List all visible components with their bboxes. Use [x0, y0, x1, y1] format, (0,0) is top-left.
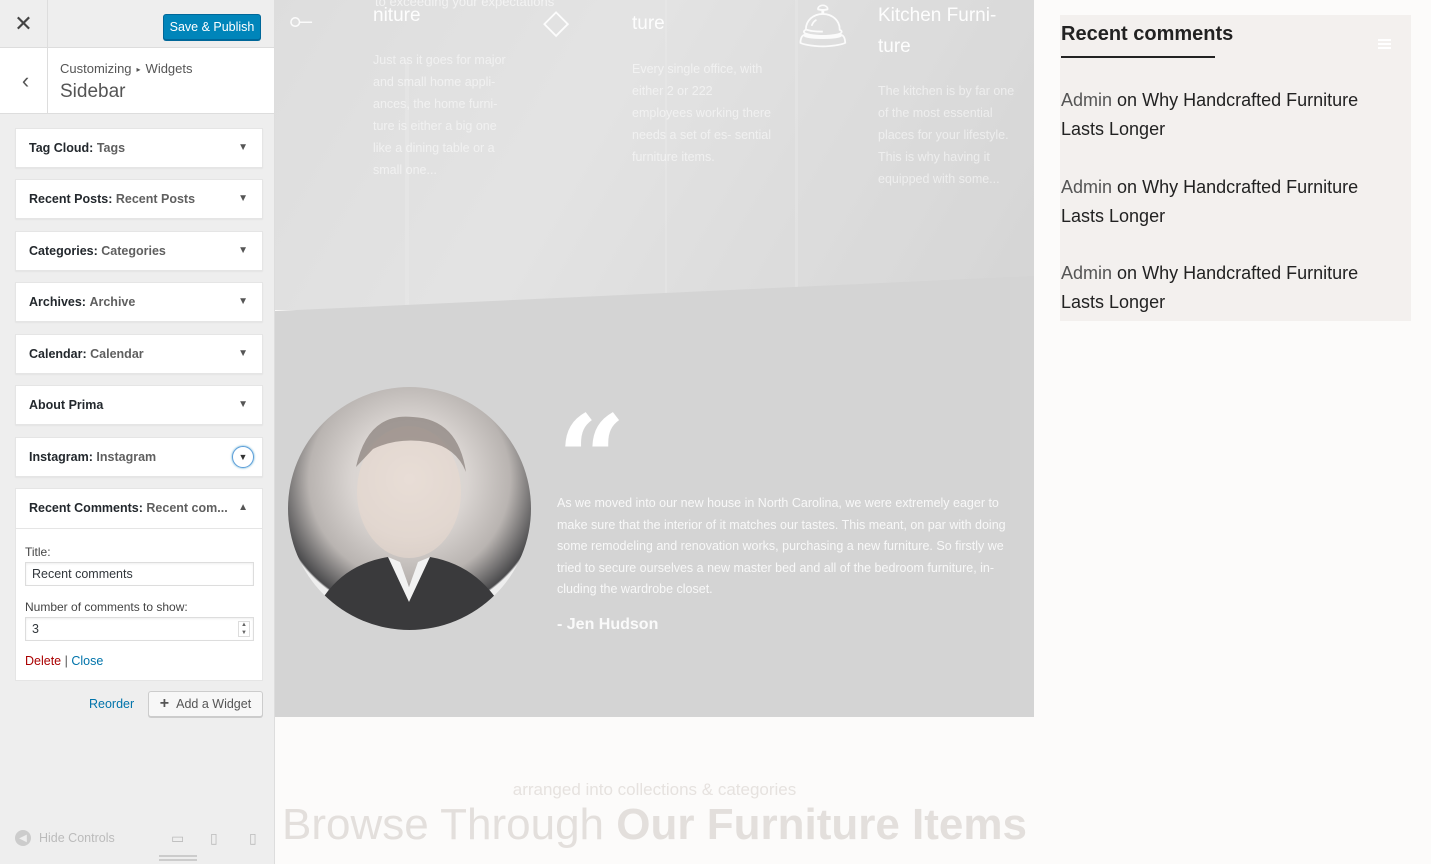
stepper-down-icon[interactable]: ▼ — [241, 630, 247, 636]
breadcrumb-root: Customizing — [60, 61, 132, 76]
actions-divider: | — [64, 654, 68, 668]
number-field: ▲ ▼ — [25, 617, 254, 641]
widget-title: About Prima — [29, 398, 104, 412]
collapse-arrow-icon[interactable]: ▲ — [238, 502, 248, 513]
active-device-indicator — [159, 855, 197, 861]
widget-title: Instagram: Instagram — [29, 450, 157, 464]
feature-text: The kitchen is by far one of the most es… — [878, 84, 1015, 186]
widget-tag-cloud[interactable]: Tag Cloud: Tags ▼ — [15, 128, 263, 168]
mobile-preview-icon[interactable]: ▯ — [249, 830, 257, 847]
customizer-controls: ✕ Save & Publish ‹ Customizing ▸ Widgets S… — [0, 0, 275, 864]
person-portrait — [308, 416, 513, 630]
comment-author-link[interactable]: Admin — [1061, 263, 1112, 283]
browse-subtitle: arranged into collections & categories — [512, 780, 797, 799]
expand-arrow-icon[interactable]: ▼ — [232, 446, 254, 468]
widget-recent-posts[interactable]: Recent Posts: Recent Posts ▼ — [15, 179, 263, 219]
lamp-icon: ◇ — [543, 3, 570, 41]
add-widget-label: Add a Widget — [176, 697, 252, 711]
comment-author-link[interactable]: Admin — [1061, 90, 1112, 110]
feature-title: niture — [373, 5, 421, 26]
breadcrumb: Customizing ▸ Widgets — [60, 61, 193, 76]
widget-instagram[interactable]: Instagram: Instagram ▼ — [15, 437, 263, 477]
widget-about-prima[interactable]: About Prima ▼ — [15, 385, 263, 425]
number-label: Number of comments to show: — [25, 600, 188, 614]
save-publish-button[interactable]: Save & Publish — [163, 14, 261, 40]
desktop-preview-icon[interactable]: ▭ — [171, 830, 184, 847]
collapse-icon: ◀ — [15, 830, 31, 846]
widget-title: Recent Posts: Recent Posts — [29, 192, 196, 206]
add-widget-button[interactable]: + Add a Widget — [148, 691, 263, 717]
feature-title: ture — [632, 13, 665, 34]
service-bell-icon: 🛎 — [795, 2, 851, 51]
browse-title: Browse Through Our Furniture Items — [282, 800, 1027, 849]
widget-recent-comments: Recent Comments: Recent com... ▲ Title: … — [15, 488, 263, 681]
widget-title: Calendar: Calendar — [29, 347, 144, 361]
widget-form: Title: Number of comments to show: ▲ ▼ — [25, 545, 255, 641]
reorder-link[interactable]: Reorder — [89, 697, 134, 711]
customizer-footer: ◀ Hide Controls ▭ ▯ ▯ — [0, 818, 274, 864]
customizer-header: ✕ Save & Publish — [0, 0, 274, 48]
close-icon: ✕ — [14, 11, 33, 36]
comment-on-text: on — [1117, 263, 1138, 283]
testimonial-author: - Jen Hudson — [557, 616, 659, 633]
testimonial-avatar — [288, 387, 531, 630]
expand-arrow-icon[interactable]: ▼ — [238, 142, 248, 153]
comment-on-text: on — [1117, 90, 1138, 110]
close-link[interactable]: Close — [71, 654, 103, 668]
recent-comments-widget-preview: Recent comments Admin on Why Handcrafted… — [1060, 15, 1411, 321]
widget-actions: Delete | Close — [25, 654, 103, 668]
feature-text: Just as it goes for major and small home… — [373, 53, 506, 177]
expand-arrow-icon[interactable]: ▼ — [238, 399, 248, 410]
section-title: Sidebar — [60, 81, 126, 102]
widget-categories[interactable]: Categories: Categories ▼ — [15, 231, 263, 271]
comment-author-link[interactable]: Admin — [1061, 177, 1112, 197]
recent-comments-title: Recent comments — [1061, 23, 1234, 45]
title-input[interactable] — [25, 562, 254, 586]
widget-calendar[interactable]: Calendar: Calendar ▼ — [15, 334, 263, 374]
number-input[interactable] — [25, 617, 254, 641]
comment-item: Admin on Why Handcrafted Furniture Lasts… — [1061, 173, 1406, 231]
testimonial-quote: As we moved into our new house in North … — [557, 496, 1006, 596]
feature-title: Kitchen Furni- ture — [878, 5, 997, 57]
section-title-bar: ‹ Customizing ▸ Widgets Sidebar — [0, 48, 274, 114]
comment-on-text: on — [1117, 177, 1138, 197]
expand-arrow-icon[interactable]: ▼ — [238, 348, 248, 359]
comment-item: Admin on Why Handcrafted Furniture Lasts… — [1061, 86, 1406, 144]
features-hero: to exceeding your expectations ⟜ niture … — [275, 0, 1034, 310]
title-label: Title: — [25, 545, 51, 559]
widget-title: Recent Comments: Recent com... — [29, 501, 228, 515]
expand-arrow-icon[interactable]: ▼ — [238, 193, 248, 204]
breadcrumb-separator-icon: ▸ — [136, 65, 141, 74]
number-stepper[interactable]: ▲ ▼ — [238, 621, 250, 637]
close-customizer-button[interactable]: ✕ — [0, 0, 48, 48]
expand-arrow-icon[interactable]: ▼ — [238, 296, 248, 307]
menu-icon[interactable] — [1378, 39, 1391, 49]
widget-title: Categories: Categories — [29, 244, 166, 258]
delete-link[interactable]: Delete — [25, 654, 61, 668]
tablet-preview-icon[interactable]: ▯ — [210, 830, 218, 847]
widget-title: Archives: Archive — [29, 295, 136, 309]
hide-controls-button[interactable]: ◀ Hide Controls — [15, 830, 115, 846]
expand-arrow-icon[interactable]: ▼ — [238, 245, 248, 256]
sofa-icon: ⟜ — [289, 4, 313, 37]
comment-item: Admin on Why Handcrafted Furniture Lasts… — [1061, 259, 1406, 317]
hide-controls-label: Hide Controls — [39, 831, 115, 845]
chevron-left-icon: ‹ — [21, 67, 30, 93]
feature-text: Every single office, with either 2 or 22… — [632, 62, 771, 164]
plus-icon: + — [159, 695, 170, 712]
title-underline — [1061, 56, 1215, 58]
back-button[interactable]: ‹ — [4, 48, 48, 113]
widget-archives[interactable]: Archives: Archive ▼ — [15, 282, 263, 322]
site-preview: to exceeding your expectations ⟜ niture … — [275, 0, 1431, 864]
stepper-up-icon[interactable]: ▲ — [241, 622, 247, 628]
widget-title: Tag Cloud: Tags — [29, 141, 126, 155]
breadcrumb-parent: Widgets — [145, 61, 193, 76]
widget-header[interactable]: Recent Comments: Recent com... ▲ — [16, 489, 262, 529]
